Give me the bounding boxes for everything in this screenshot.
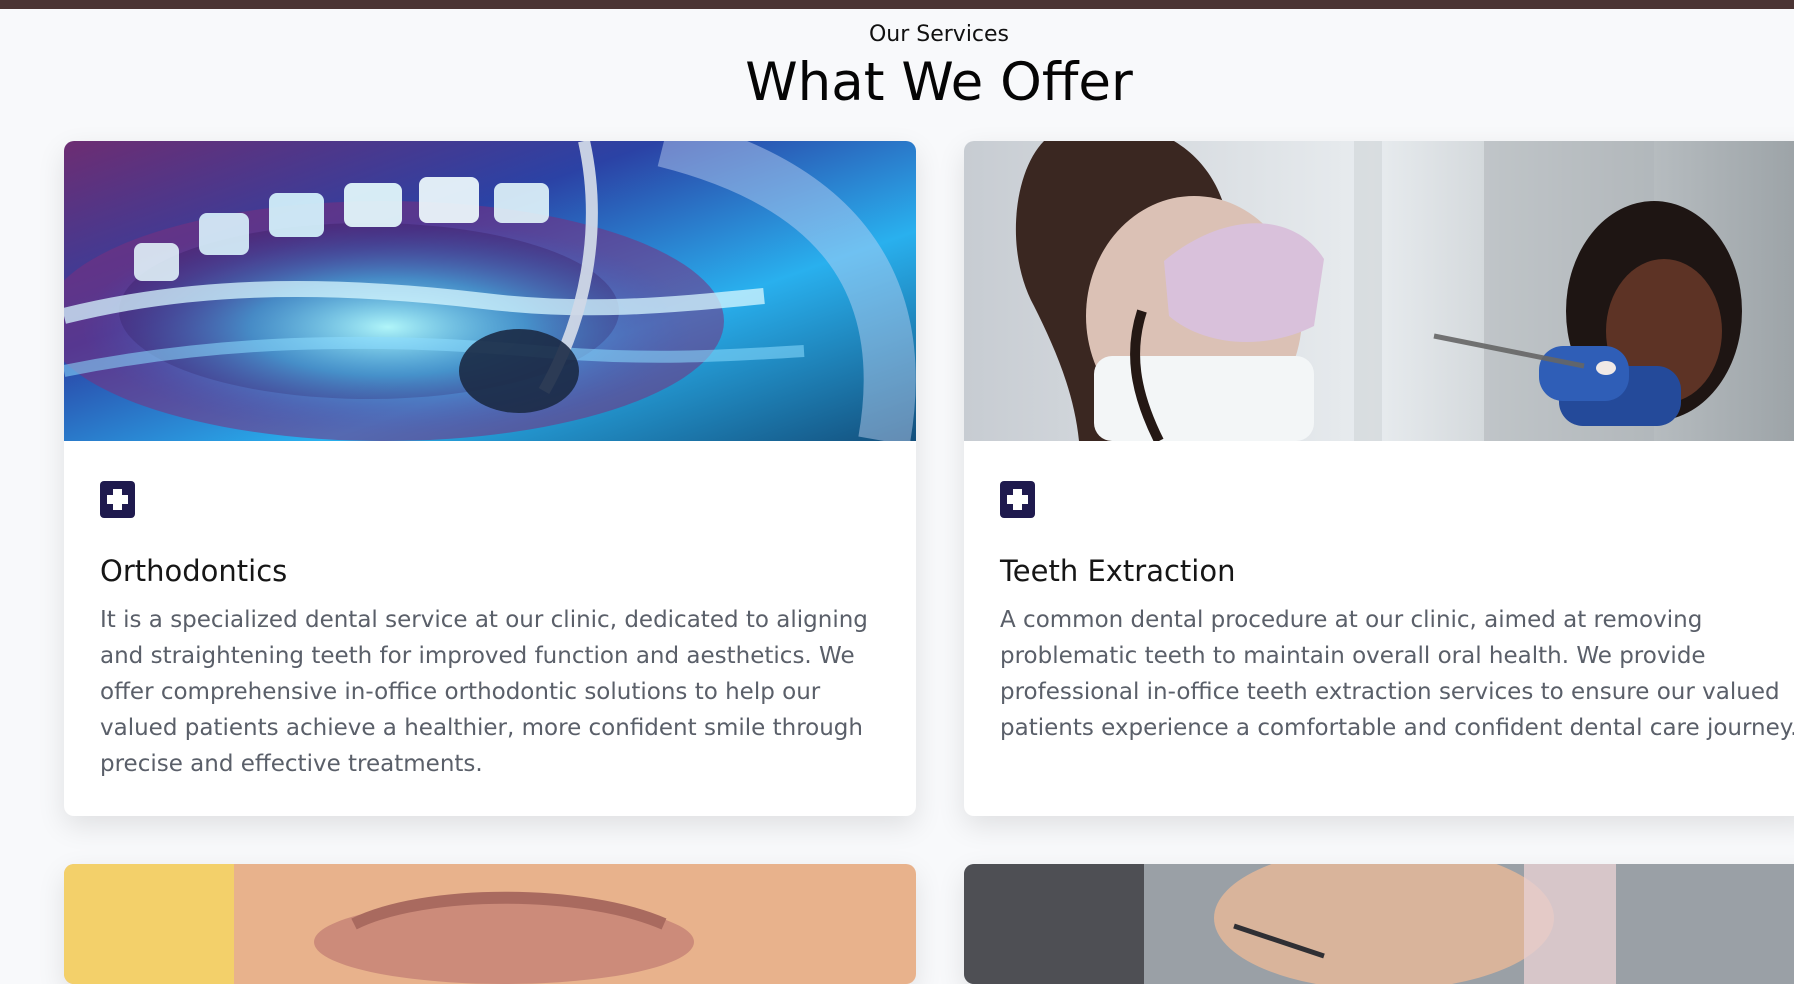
dental-care-image	[964, 864, 1794, 984]
section-header: Our Services What We Offer	[0, 18, 1794, 114]
medical-cross-icon	[100, 481, 135, 518]
service-description: A common dental procedure at our clinic,…	[1000, 607, 1794, 741]
lips-image	[64, 864, 916, 984]
lips-photo	[64, 864, 916, 984]
teeth-extraction-photo	[964, 141, 1794, 441]
top-bar	[0, 0, 1794, 9]
service-card-preview-right[interactable]	[964, 864, 1794, 984]
dental-care-photo	[964, 864, 1794, 984]
service-card-content: Orthodontics It is a specialized dental …	[64, 441, 916, 782]
cross-vertical-bar	[1013, 489, 1022, 510]
medical-cross-icon	[1000, 481, 1035, 518]
service-card-content: Teeth Extraction A common dental procedu…	[964, 441, 1794, 746]
service-title: Orthodontics	[100, 554, 288, 588]
service-card-teeth-extraction[interactable]: Teeth Extraction A common dental procedu…	[964, 141, 1794, 816]
service-card-preview-left[interactable]	[64, 864, 916, 984]
section-title: What We Offer	[745, 52, 1133, 113]
service-title: Teeth Extraction	[1000, 554, 1236, 588]
service-card-orthodontics[interactable]: Orthodontics It is a specialized dental …	[64, 141, 916, 816]
teeth-extraction-image	[964, 141, 1794, 441]
orthodontics-photo	[64, 141, 916, 441]
orthodontics-image	[64, 141, 916, 441]
section-eyebrow: Our Services	[868, 22, 1010, 47]
cross-vertical-bar	[113, 489, 122, 510]
service-description: It is a specialized dental service at ou…	[100, 607, 868, 777]
